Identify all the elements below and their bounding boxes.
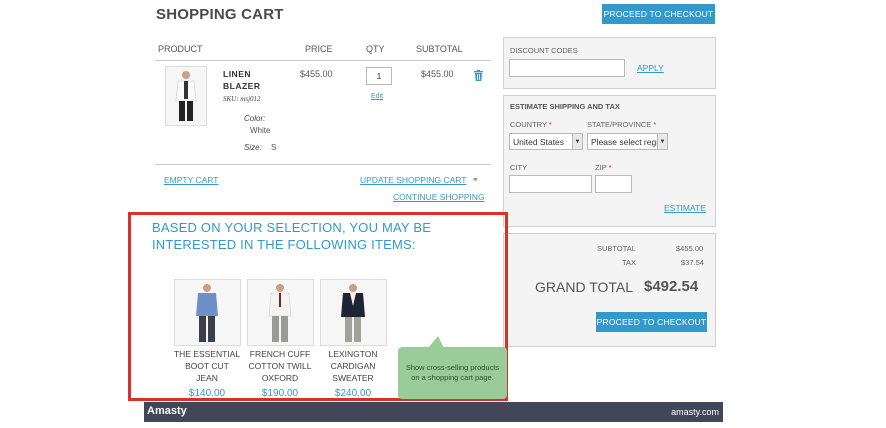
product-sku: SKU: msj012 bbox=[223, 95, 261, 103]
qty-input[interactable]: 1 bbox=[366, 67, 392, 85]
country-select[interactable]: United States ▼ bbox=[509, 133, 583, 150]
edit-link[interactable]: Edit bbox=[371, 93, 383, 100]
product-name-line2: BLAZER bbox=[223, 81, 261, 91]
estimate-link[interactable]: ESTIMATE bbox=[664, 203, 706, 213]
state-label: STATE/PROVINCE * bbox=[587, 120, 657, 129]
tax-label: TAX bbox=[622, 258, 637, 267]
proceed-to-checkout-button-bottom[interactable]: PROCEED TO CHECKOUT bbox=[596, 312, 707, 332]
trash-icon[interactable] bbox=[474, 68, 483, 86]
page-title: SHOPPING CART bbox=[156, 6, 284, 23]
country-select-value: United States bbox=[513, 137, 565, 147]
cross-sell-name-1[interactable]: THE ESSENTIAL BOOT CUT JEAN bbox=[166, 348, 248, 384]
jean-image bbox=[196, 284, 218, 342]
cross-sell-image-2[interactable] bbox=[247, 279, 314, 346]
header-qty: QTY bbox=[366, 44, 385, 54]
cross-sell-price-2: $190.00 bbox=[261, 388, 299, 399]
size-value: S bbox=[271, 143, 277, 152]
apply-link[interactable]: APPLY bbox=[637, 63, 664, 73]
grand-total-value: $492.54 bbox=[644, 278, 699, 295]
discount-code-input[interactable] bbox=[509, 59, 625, 77]
cross-sell-image-1[interactable] bbox=[174, 279, 241, 346]
item-price: $455.00 bbox=[300, 69, 333, 79]
footer-bar: Amasty amasty.com bbox=[144, 402, 723, 422]
update-cart-link[interactable]: UPDATE SHOPPING CART bbox=[360, 175, 466, 185]
callout-pointer bbox=[428, 336, 444, 348]
cross-sell-image-3[interactable] bbox=[320, 279, 387, 346]
city-label: CITY bbox=[510, 163, 528, 172]
cross-sell-name-3[interactable]: LEXINGTON CARDIGAN SWEATER bbox=[312, 348, 394, 384]
cross-sell-name-2[interactable]: FRENCH CUFF COTTON TWILL OXFORD bbox=[239, 348, 321, 384]
amasty-logo: Amasty bbox=[147, 405, 187, 417]
color-label: Color: bbox=[244, 114, 266, 123]
oxford-shirt-image bbox=[268, 284, 292, 342]
shipping-title: ESTIMATE SHIPPING AND TAX bbox=[510, 102, 620, 111]
chevron-down-icon: ▼ bbox=[572, 134, 582, 149]
product-name[interactable]: LINEN BLAZER bbox=[223, 68, 260, 92]
city-input[interactable] bbox=[509, 175, 592, 193]
empty-cart-link[interactable]: EMPTY CART bbox=[164, 175, 218, 185]
footer-domain: amasty.com bbox=[671, 407, 719, 417]
product-image[interactable] bbox=[165, 66, 207, 126]
color-value: White bbox=[250, 126, 271, 135]
size-label: Size: bbox=[244, 143, 262, 152]
discount-title: DISCOUNT CODES bbox=[510, 46, 578, 55]
subtotal-value: $455.00 bbox=[676, 244, 704, 253]
header-price: PRICE bbox=[305, 44, 333, 54]
continue-shopping-link[interactable]: CONTINUE SHOPPING bbox=[393, 192, 485, 202]
cross-sell-price-1: $140.00 bbox=[188, 388, 226, 399]
chevron-down-icon: ▼ bbox=[657, 134, 667, 149]
subtotal-label: SUBTOTAL bbox=[597, 244, 636, 253]
proceed-to-checkout-button-top[interactable]: PROCEED TO CHECKOUT bbox=[602, 4, 715, 24]
cross-sell-title: BASED ON YOUR SELECTION, YOU MAY BE INTE… bbox=[152, 220, 432, 252]
zip-input[interactable] bbox=[595, 175, 632, 193]
header-divider bbox=[155, 60, 491, 61]
country-label: COUNTRY * bbox=[510, 120, 552, 129]
linen-blazer-image bbox=[175, 71, 197, 121]
state-select[interactable]: Please select region ▼ bbox=[587, 133, 668, 150]
item-subtotal: $455.00 bbox=[421, 69, 454, 79]
header-product: PRODUCT bbox=[158, 44, 203, 54]
callout-text: Show cross-selling products on a shopping… bbox=[405, 363, 500, 382]
product-name-line1: LINEN bbox=[223, 69, 251, 79]
tax-value: $37.54 bbox=[681, 258, 704, 267]
header-subtotal: SUBTOTAL bbox=[416, 44, 463, 54]
cardigan-image bbox=[341, 284, 365, 342]
zip-label: ZIP * bbox=[595, 163, 612, 172]
cross-sell-price-3: $240.00 bbox=[334, 388, 372, 399]
link-icon: ⚭ bbox=[472, 175, 479, 184]
grand-total-label: GRAND TOTAL bbox=[535, 279, 634, 295]
item-divider bbox=[155, 164, 491, 165]
